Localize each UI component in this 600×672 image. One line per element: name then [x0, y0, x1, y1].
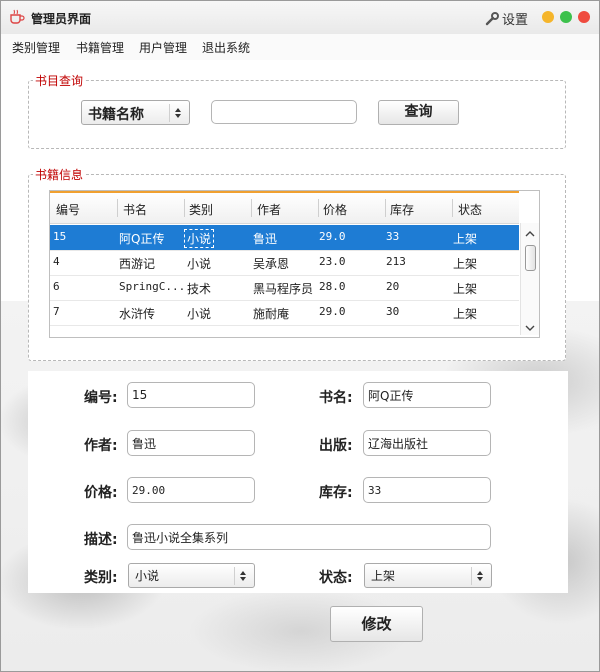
- cell-stock: 213: [386, 255, 406, 268]
- menu-user-management[interactable]: 用户管理: [139, 39, 187, 56]
- cell-stock: 30: [386, 305, 400, 318]
- search-button[interactable]: 查询: [378, 100, 459, 125]
- table-row[interactable]: 7 水浒传 小说 施耐庵 29.0 30 上架: [50, 300, 519, 326]
- cell-id: 4: [53, 255, 60, 268]
- spinner-arrows-icon: [169, 104, 186, 122]
- col-header-author[interactable]: 作者: [257, 201, 281, 218]
- minimize-button[interactable]: [542, 11, 554, 23]
- price-field[interactable]: [127, 477, 255, 503]
- cell-id: 7: [53, 305, 60, 318]
- table-header: 编号 书名 类别 作者 价格 库存 状态: [50, 191, 519, 224]
- title-bar: 管理员界面 设置: [1, 1, 599, 34]
- cell-id: 6: [53, 280, 60, 293]
- col-header-name[interactable]: 书名: [123, 201, 147, 218]
- category-label: 类别:: [84, 570, 118, 586]
- col-header-stock[interactable]: 库存: [390, 201, 414, 218]
- status-select[interactable]: 上架: [364, 563, 492, 588]
- cell-category: 小说: [183, 229, 215, 248]
- scroll-thumb[interactable]: [525, 245, 536, 271]
- book-info-group-title: 书籍信息: [33, 166, 86, 183]
- table-row[interactable]: 4 西游记 小说 吴承恩 23.0 213 上架: [50, 250, 519, 276]
- status-label: 状态:: [319, 570, 353, 586]
- search-input[interactable]: [211, 100, 357, 124]
- author-field[interactable]: [127, 430, 255, 456]
- id-field[interactable]: [127, 382, 255, 408]
- col-header-id[interactable]: 编号: [56, 201, 80, 218]
- cell-status: 上架: [453, 307, 478, 321]
- search-field-value: 书籍名称: [88, 107, 144, 123]
- cell-author: 鲁迅: [253, 232, 278, 246]
- name-field[interactable]: [363, 382, 491, 408]
- maximize-button[interactable]: [560, 11, 572, 23]
- menu-bar: 类别管理 书籍管理 用户管理 退出系统: [1, 34, 599, 60]
- table-row[interactable]: 6 SpringC... 技术 黑马程序员 28.0 20 上架: [50, 275, 519, 301]
- cell-status: 上架: [453, 232, 478, 246]
- cell-status: 上架: [453, 282, 478, 296]
- settings-button[interactable]: 设置: [485, 9, 528, 28]
- settings-label: 设置: [502, 13, 529, 28]
- cell-stock: 33: [386, 230, 400, 243]
- scroll-down-icon[interactable]: [525, 321, 535, 336]
- coffee-cup-icon: [9, 9, 25, 25]
- cell-name: 水浒传: [119, 307, 156, 321]
- stock-label: 库存:: [319, 485, 353, 501]
- modify-button[interactable]: 修改: [330, 606, 423, 642]
- close-button[interactable]: [578, 11, 590, 23]
- cell-price: 28.0: [319, 280, 346, 293]
- menu-book-management[interactable]: 书籍管理: [76, 39, 124, 56]
- stock-field[interactable]: [363, 477, 491, 503]
- cell-stock: 20: [386, 280, 400, 293]
- category-select-value: 小说: [135, 569, 160, 583]
- spinner-arrows-icon: [471, 567, 488, 585]
- price-label: 价格:: [84, 485, 118, 501]
- cell-status: 上架: [453, 257, 478, 271]
- table-scrollbar[interactable]: [520, 223, 539, 335]
- cell-price: 29.0: [319, 230, 346, 243]
- cell-category: 小说: [187, 257, 212, 271]
- cell-category: 小说: [187, 307, 212, 321]
- col-header-status[interactable]: 状态: [458, 201, 482, 218]
- col-header-price[interactable]: 价格: [323, 201, 347, 218]
- admin-window: 管理员界面 设置 类别管理 书籍管理 用户管理 退出系统 书目查询 书籍名称 查…: [0, 0, 600, 672]
- id-label: 编号:: [84, 390, 118, 406]
- table-row[interactable]: 15 阿Q正传 小说 鲁迅 29.0 33 上架: [50, 225, 519, 251]
- books-table: 编号 书名 类别 作者 价格 库存 状态 15 阿Q正传 小说 鲁迅 29.0 …: [49, 190, 540, 338]
- wrench-icon: [485, 12, 499, 26]
- menu-category-management[interactable]: 类别管理: [12, 39, 60, 56]
- author-label: 作者:: [84, 438, 118, 454]
- cell-id: 15: [53, 230, 67, 243]
- name-label: 书名:: [319, 390, 353, 406]
- cell-category: 技术: [187, 282, 212, 296]
- table-row-partial: [50, 325, 519, 337]
- description-field[interactable]: [127, 524, 491, 550]
- cell-author: 黑马程序员: [253, 282, 314, 296]
- cell-author: 施耐庵: [253, 307, 290, 321]
- query-group-title: 书目查询: [33, 72, 86, 89]
- cell-price: 23.0: [319, 255, 346, 268]
- description-label: 描述:: [84, 532, 118, 548]
- window-title: 管理员界面: [31, 12, 92, 26]
- search-field-select[interactable]: 书籍名称: [81, 100, 190, 125]
- scroll-up-icon[interactable]: [525, 227, 535, 242]
- status-select-value: 上架: [371, 569, 396, 583]
- menu-exit-system[interactable]: 退出系统: [202, 39, 250, 56]
- publisher-label: 出版:: [319, 438, 353, 454]
- cell-name: 阿Q正传: [119, 232, 165, 246]
- cell-name: SpringC...: [119, 280, 186, 293]
- cell-price: 29.0: [319, 305, 346, 318]
- spinner-arrows-icon: [234, 567, 251, 585]
- publisher-field[interactable]: [363, 430, 491, 456]
- cell-author: 吴承恩: [253, 257, 290, 271]
- category-select[interactable]: 小说: [128, 563, 255, 588]
- cell-name: 西游记: [119, 257, 156, 271]
- col-header-category[interactable]: 类别: [189, 201, 213, 218]
